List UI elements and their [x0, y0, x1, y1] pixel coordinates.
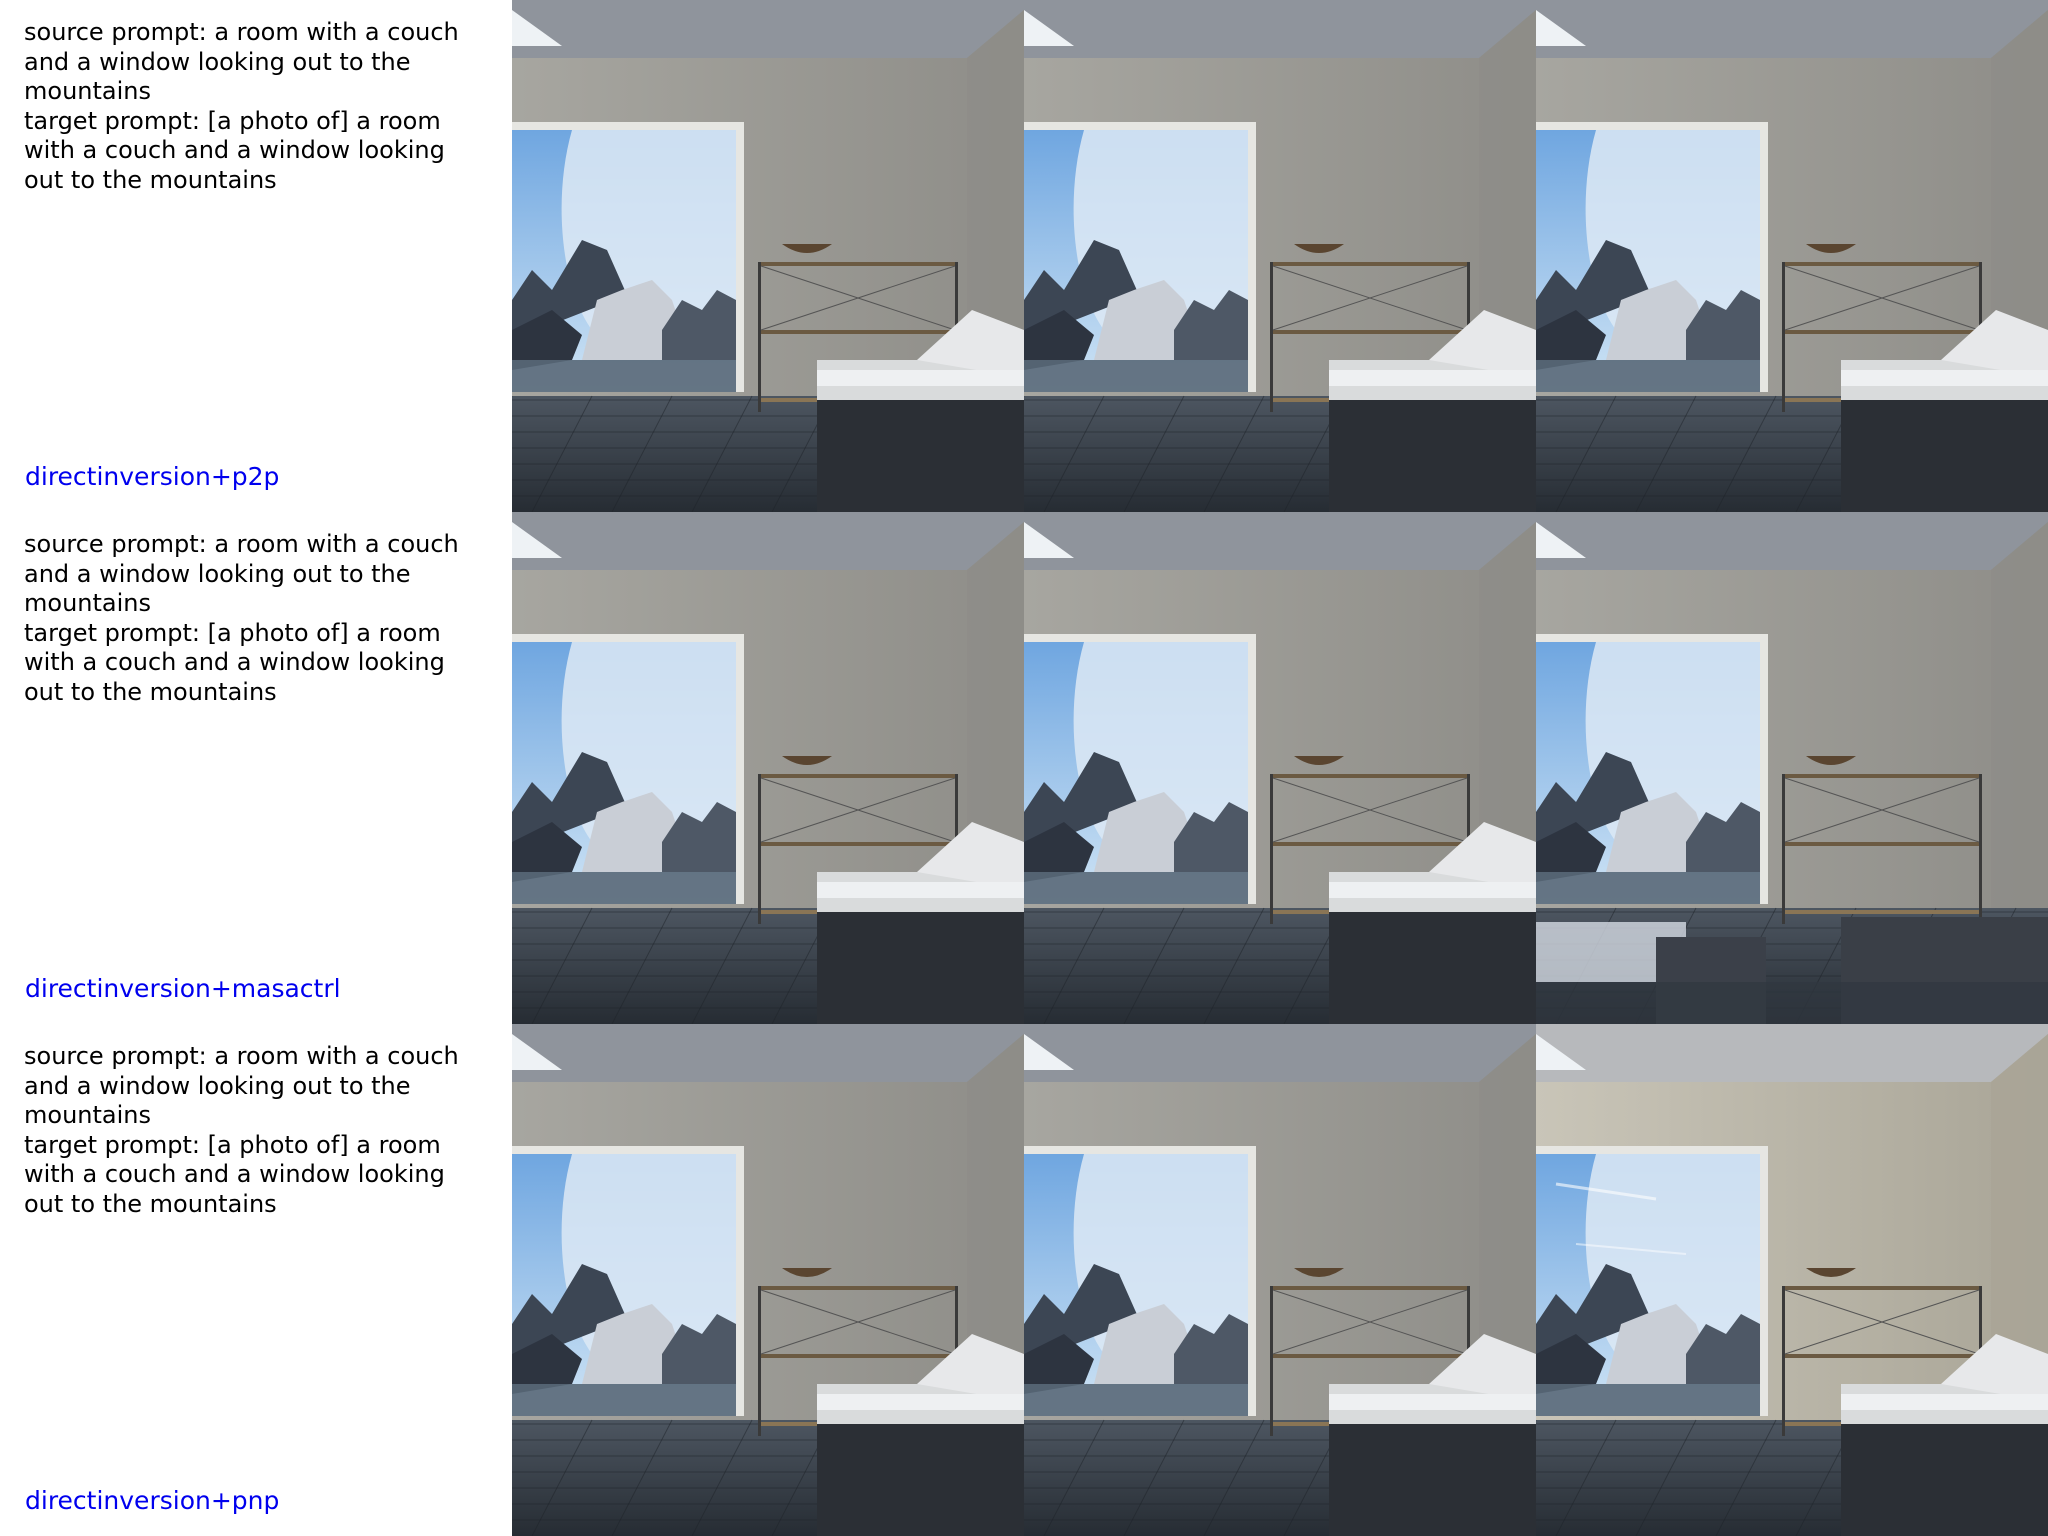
method-label: directinversion+masactrl — [25, 974, 341, 1003]
result-row: source prompt: a room with a couch and a… — [0, 1024, 2048, 1536]
image-tile — [1024, 1024, 1536, 1536]
image-tile — [1536, 0, 2048, 512]
prompt-text: source prompt: a room with a couch and a… — [24, 18, 484, 195]
caption-panel: source prompt: a room with a couch and a… — [0, 1024, 512, 1536]
target-prompt: target prompt: [a photo of] a room with … — [24, 1130, 453, 1218]
prompt-text: source prompt: a room with a couch and a… — [24, 530, 484, 707]
source-prompt: source prompt: a room with a couch and a… — [24, 18, 467, 105]
image-tile — [512, 1024, 1024, 1536]
target-prompt: target prompt: [a photo of] a room with … — [24, 106, 453, 194]
image-tile — [1024, 512, 1536, 1024]
source-prompt: source prompt: a room with a couch and a… — [24, 530, 467, 617]
caption-panel: source prompt: a room with a couch and a… — [0, 512, 512, 1024]
source-prompt: source prompt: a room with a couch and a… — [24, 1042, 467, 1129]
image-tile — [512, 0, 1024, 512]
caption-panel: source prompt: a room with a couch and a… — [0, 0, 512, 512]
result-row: source prompt: a room with a couch and a… — [0, 0, 2048, 512]
method-label: directinversion+pnp — [25, 1486, 280, 1515]
image-tile — [1536, 1024, 2048, 1536]
target-prompt: target prompt: [a photo of] a room with … — [24, 618, 453, 706]
image-tile — [512, 512, 1024, 1024]
result-row: source prompt: a room with a couch and a… — [0, 512, 2048, 1024]
image-tile — [1536, 512, 2048, 1024]
comparison-grid: source prompt: a room with a couch and a… — [0, 0, 2048, 1536]
method-label: directinversion+p2p — [25, 462, 280, 491]
prompt-text: source prompt: a room with a couch and a… — [24, 1042, 484, 1219]
image-tile — [1024, 0, 1536, 512]
